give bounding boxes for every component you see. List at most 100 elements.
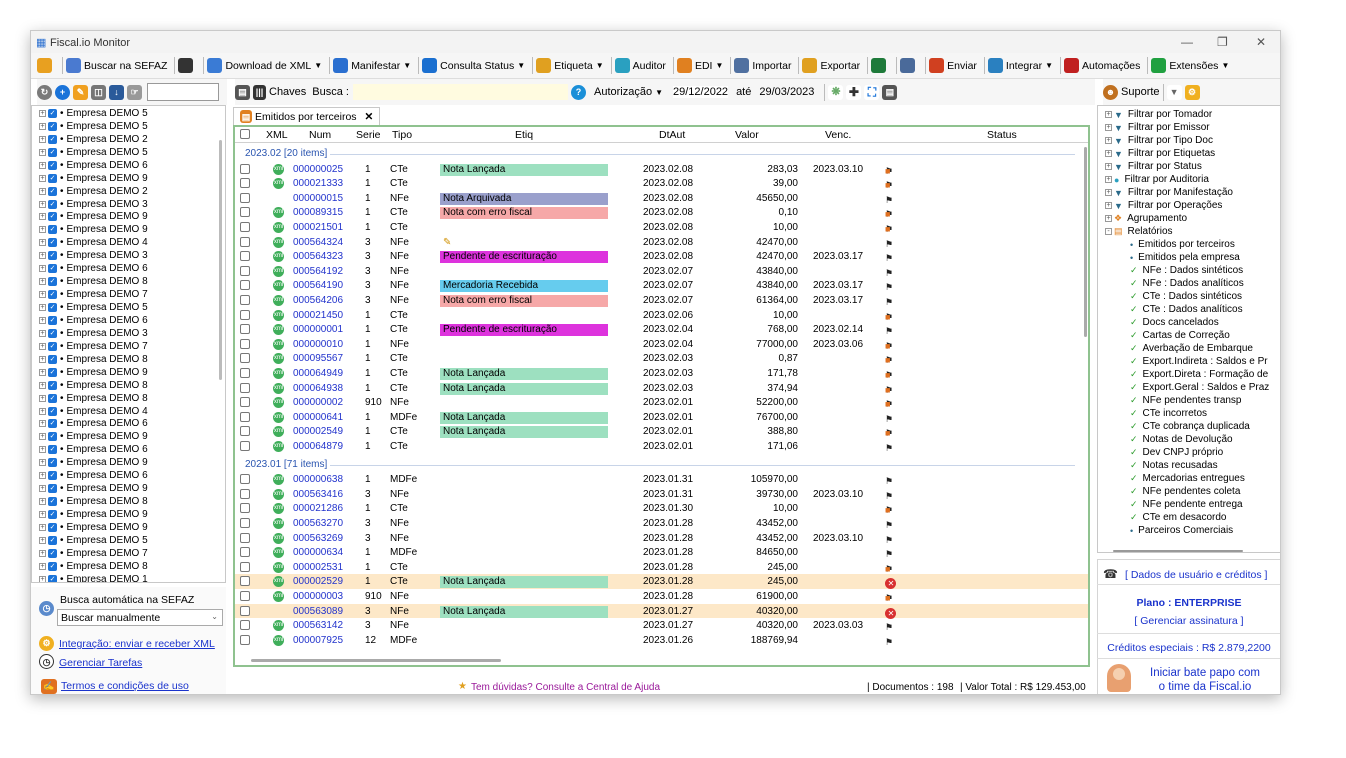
xml-icon[interactable]: xml [273,488,284,500]
company-item[interactable]: + ✓ • Empresa DEMO 6 [32,443,225,456]
tree-item[interactable]: ✓ CTe incorretos [1098,407,1280,420]
etiq-badge[interactable]: Nota Lançada [440,576,608,589]
company-checkbox[interactable]: ✓ [48,393,57,403]
company-checkbox[interactable]: ✓ [48,432,57,442]
tree-item[interactable]: ✓ NFe : Dados sintéticos [1098,264,1280,277]
row-checkbox[interactable] [240,368,250,378]
collapse-icon[interactable]: ✚ [846,84,862,100]
table-row[interactable]: xml 000021501 1 CTe 2023.02.08 10,00 ⚑ ■ [235,220,1088,235]
tree-item[interactable]: • Emitidos por terceiros [1098,238,1280,251]
company-checkbox[interactable]: ✓ [48,380,57,390]
tree-item[interactable]: • Parceiros Comerciais [1098,524,1280,537]
expand-icon[interactable]: + [39,278,46,286]
company-item[interactable]: + ✓ • Empresa DEMO 2 [32,185,225,198]
etiq-badge[interactable]: Nota Arquivada [440,192,608,205]
expand-icon[interactable]: + [39,549,46,557]
chat-line2[interactable]: o time da Fiscal.io [1135,681,1275,693]
col-dtaut[interactable]: DtAut [659,129,685,141]
xml-icon[interactable]: xml [273,309,284,321]
company-checkbox[interactable]: ✓ [48,484,57,494]
company-checkbox[interactable]: ✓ [48,445,57,455]
toolbar-item-2[interactable] [178,58,196,73]
toolbar-item-9[interactable]: Importar [734,58,791,73]
company-item[interactable]: + ✓ • Empresa DEMO 6 [32,159,225,172]
xml-icon[interactable]: xml [273,324,284,336]
table-row[interactable]: xml 000563142 3 NFe 2023.01.27 40320,00 2023.0… [235,618,1088,633]
toolbar-item-8[interactable]: EDI ▼ [676,58,723,73]
col-venc[interactable]: Venc. [825,129,851,141]
toolbar-item-16[interactable]: Extensões ▼ [1151,58,1229,73]
company-checkbox[interactable]: ✓ [48,212,57,222]
expand-icon[interactable]: + [39,536,46,544]
expand-icon[interactable]: + [39,161,46,169]
company-item[interactable]: + ✓ • Empresa DEMO 9 [32,521,225,534]
row-checkbox[interactable] [240,634,250,645]
tree-item[interactable]: ✓ Cartas de Correção [1098,329,1280,342]
company-checkbox[interactable]: ✓ [48,225,57,235]
xml-icon[interactable]: xml [273,368,284,379]
toolbar-item-14[interactable]: Integrar ▼ [987,58,1053,73]
tree-item[interactable]: ✓ Averbação de Embarque [1098,342,1280,355]
row-checkbox[interactable] [240,309,250,320]
col-tipo[interactable]: Tipo [392,129,412,141]
tree-item[interactable]: + ❖ Agrupamento [1098,212,1280,225]
toolbar-item-3[interactable]: Download de XML ▼ [207,58,322,73]
company-item[interactable]: + ✓ • Empresa DEMO 8 [32,353,225,366]
tree-item[interactable]: + ▼ Filtrar por Emissor [1098,121,1280,134]
company-item[interactable]: + ✓ • Empresa DEMO 6 [32,314,225,327]
xml-icon[interactable]: xml [273,222,284,233]
expand-icon[interactable]: + [39,407,46,415]
expand-icon[interactable]: + [39,446,46,454]
expand-icon[interactable]: + [39,433,46,441]
etiq-badge[interactable]: Nota Lançada [440,426,608,439]
expand-icon[interactable]: + [39,213,46,221]
tree-item[interactable]: ✓ CTe : Dados analíticos [1098,303,1280,316]
company-item[interactable]: + ✓ • Empresa DEMO 8 [32,392,225,405]
table-row[interactable]: xml 000000010 1 NFe 2023.02.04 77000,00 2023.0… [235,337,1088,352]
company-item[interactable]: + ✓ • Empresa DEMO 9 [32,456,225,469]
grid-vertical-scrollbar[interactable] [1084,147,1087,337]
company-item[interactable]: + ✓ • Empresa DEMO 7 [32,547,225,560]
toolbar-item-10[interactable]: Exportar [802,58,860,73]
maximize-icon[interactable]: ❐ [1217,35,1228,49]
row-checkbox[interactable] [240,441,250,451]
tree-item[interactable]: + ▼ Filtrar por Operações [1098,199,1280,212]
col-status[interactable]: Status [987,129,1017,141]
table-row[interactable]: xml 000564190 3 NFe Mercadoria Recebida 2023.… [235,278,1088,293]
company-checkbox[interactable]: ✓ [48,290,57,300]
company-item[interactable]: + ✓ • Empresa DEMO 1 [32,573,225,582]
tree-item[interactable]: ✓ NFe pendentes transp [1098,394,1280,407]
tree-item[interactable]: ✓ Mercadorias entregues [1098,472,1280,485]
table-row[interactable]: 000000015 1 NFe Nota Arquivada 2023.02.08 456… [235,191,1088,206]
table-row[interactable]: xml 000002531 1 CTe 2023.01.28 245,00 ⚑ ■ [235,560,1088,575]
table-row[interactable]: xml 000563416 3 NFe 2023.01.31 39730,00 2023.0… [235,487,1088,502]
tree-item[interactable]: ✓ Export.Direta : Formação de [1098,368,1280,381]
row-checkbox[interactable] [240,295,250,305]
integracao-link[interactable]: Integração: enviar e receber XML [59,638,215,650]
xml-icon[interactable]: xml [273,353,284,365]
company-checkbox[interactable]: ✓ [48,147,57,157]
etiq-badge[interactable]: Pendente de escrituração [440,251,608,264]
tree-scrollbar[interactable] [1113,550,1243,552]
table-row[interactable]: xml 000564323 3 NFe Pendente de escrituração… [235,249,1088,264]
expand-icon[interactable]: + [39,498,46,506]
close-icon[interactable]: ✕ [1256,35,1266,49]
expand-icon[interactable]: + [39,562,46,570]
col-serie[interactable]: Serie [356,129,381,141]
row-checkbox[interactable] [240,353,250,364]
company-checkbox[interactable]: ✓ [48,406,57,416]
table-row[interactable]: xml 000064879 1 CTe 2023.02.01 171,06 ⚑ [235,439,1088,454]
company-item[interactable]: + ✓ • Empresa DEMO 5 [32,534,225,547]
expand-icon[interactable]: + [39,316,46,324]
xml-icon[interactable]: xml [273,426,284,438]
expand-icon[interactable]: + [39,135,46,143]
expand-icon[interactable]: + [39,239,46,247]
expand-icon[interactable]: + [39,109,46,117]
etiq-badge[interactable]: Nota com erro fiscal [440,207,608,220]
expand-icon[interactable]: + [39,472,46,480]
etiq-badge[interactable]: Nota com erro fiscal [440,295,608,307]
busca-auto-select[interactable]: Buscar manualmente ⌄ [57,609,223,626]
company-item[interactable]: + ✓ • Empresa DEMO 5 [32,107,225,120]
row-checkbox[interactable] [240,503,250,514]
company-checkbox[interactable]: ✓ [48,367,57,377]
